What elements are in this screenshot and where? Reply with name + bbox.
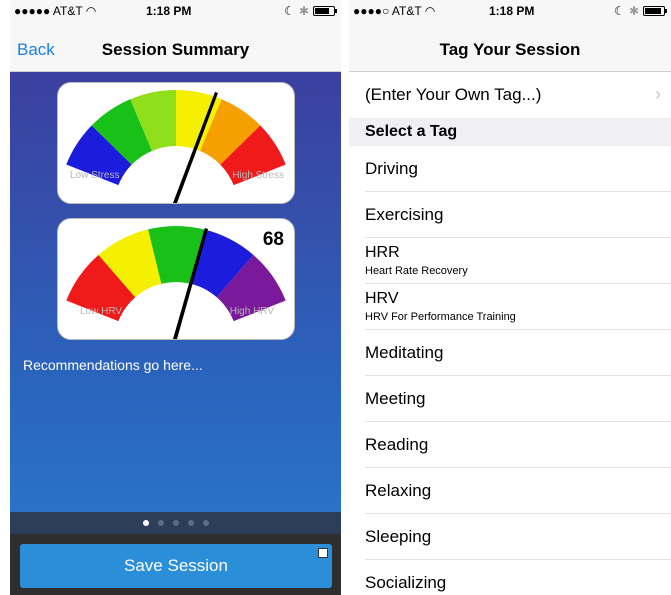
bluetooth-icon: ✱ — [298, 4, 309, 18]
tag-row[interactable]: Meditating — [365, 330, 671, 376]
bluetooth-icon: ✱ — [628, 4, 639, 18]
tag-label: Exercising — [365, 205, 444, 224]
hrv-value: 68 — [262, 229, 284, 250]
tag-session-screen: ●●●●○ AT&T ◠ 1:18 PM ☾ ✱ Tag Your Sessio… — [349, 0, 671, 595]
status-icons: ☾ ✱ — [614, 4, 667, 18]
status-bar: ●●●●● AT&T ◠ 1:18 PM ☾ ✱ — [10, 0, 341, 20]
tag-row[interactable]: Sleeping — [365, 514, 671, 560]
carrier-text: ●●●●○ AT&T — [353, 4, 422, 18]
low-hrv-label: Low HRV — [80, 306, 123, 317]
carrier-label: ●●●●○ AT&T ◠ — [353, 4, 435, 18]
enter-own-tag-row[interactable]: (Enter Your Own Tag...) › — [349, 72, 671, 118]
tag-sublabel: HRV For Performance Training — [365, 311, 516, 323]
nav-bar: ●●●●○ AT&T ◠ 1:18 PM ☾ ✱ Tag Your Sessio… — [349, 0, 671, 72]
tag-row[interactable]: Reading — [365, 422, 671, 468]
tag-label: Meeting — [365, 389, 426, 408]
moon-icon: ☾ — [284, 4, 295, 18]
stress-gauge-dial — [66, 90, 286, 203]
tag-list: (Enter Your Own Tag...) › Select a Tag D… — [349, 72, 671, 595]
page-title: Session Summary — [101, 40, 250, 59]
high-stress-label: High Stress — [232, 170, 284, 181]
stress-gauge: Low Stress High Stress — [57, 82, 295, 204]
tag-label: Socializing — [365, 573, 447, 592]
carrier-text: ●●●●● AT&T — [14, 4, 83, 18]
wifi-icon: ◠ — [424, 4, 436, 18]
battery-icon — [643, 6, 667, 16]
battery-icon — [313, 6, 337, 16]
page-indicator[interactable] — [10, 512, 341, 534]
moon-icon: ☾ — [614, 4, 625, 18]
tag-rows: Driving Exercising HRR Heart Rate Recovery H… — [349, 146, 671, 595]
section-header: Select a Tag — [349, 118, 671, 146]
page-dot[interactable] — [202, 520, 209, 526]
tag-row[interactable]: Relaxing — [365, 468, 671, 514]
page-dot[interactable] — [172, 520, 179, 526]
page-dot[interactable] — [157, 520, 164, 526]
nav-bar: Back Session Summary — [10, 20, 341, 72]
tag-label: Relaxing — [365, 481, 432, 500]
tag-row[interactable]: HRV HRV For Performance Training — [365, 284, 671, 330]
session-summary-screen: ●●●●● AT&T ◠ 1:18 PM ☾ ✱ Back Session Su… — [10, 0, 341, 595]
status-time: 1:18 PM — [489, 4, 535, 18]
tag-label: Reading — [365, 435, 429, 454]
tag-row[interactable]: Socializing — [365, 560, 671, 595]
wifi-icon: ◠ — [85, 4, 97, 18]
tag-row[interactable]: Exercising — [365, 192, 671, 238]
tag-row[interactable]: Driving — [365, 146, 671, 192]
carrier-label: ●●●●● AT&T ◠ — [14, 4, 96, 18]
tag-label: Driving — [365, 159, 418, 178]
status-icons: ☾ ✱ — [284, 4, 337, 18]
checkbox-icon[interactable] — [318, 548, 328, 558]
enter-own-tag-label: (Enter Your Own Tag...) — [365, 85, 542, 104]
save-session-label: Save Session — [124, 556, 228, 575]
tag-row[interactable]: HRR Heart Rate Recovery — [365, 238, 671, 284]
high-hrv-label: High HRV — [229, 306, 274, 317]
hrv-gauge-dial — [66, 226, 286, 339]
tag-label: Meditating — [365, 343, 444, 362]
save-session-button[interactable]: Save Session — [20, 544, 332, 588]
tag-row[interactable]: Meeting — [365, 376, 671, 422]
chevron-right-icon: › — [655, 84, 661, 104]
page-dot[interactable] — [142, 520, 149, 526]
tag-sublabel: Heart Rate Recovery — [365, 265, 468, 277]
recommendations-text: Recommendations go here... — [23, 357, 203, 373]
summary-content: Low Stress High Stress 68 Low HRV High H… — [10, 72, 341, 512]
low-stress-label: Low Stress — [70, 170, 120, 181]
tag-label: Sleeping — [365, 527, 432, 546]
tag-label: HRR — [365, 244, 400, 261]
page-title: Tag Your Session — [439, 40, 581, 59]
tag-label: HRV — [365, 290, 399, 307]
bottom-bar: Save Session — [10, 534, 341, 595]
status-time: 1:18 PM — [146, 4, 192, 18]
hrv-gauge: 68 Low HRV High HRV — [57, 218, 295, 340]
page-dot[interactable] — [187, 520, 194, 526]
status-bar: ●●●●○ AT&T ◠ 1:18 PM ☾ ✱ — [349, 0, 671, 20]
